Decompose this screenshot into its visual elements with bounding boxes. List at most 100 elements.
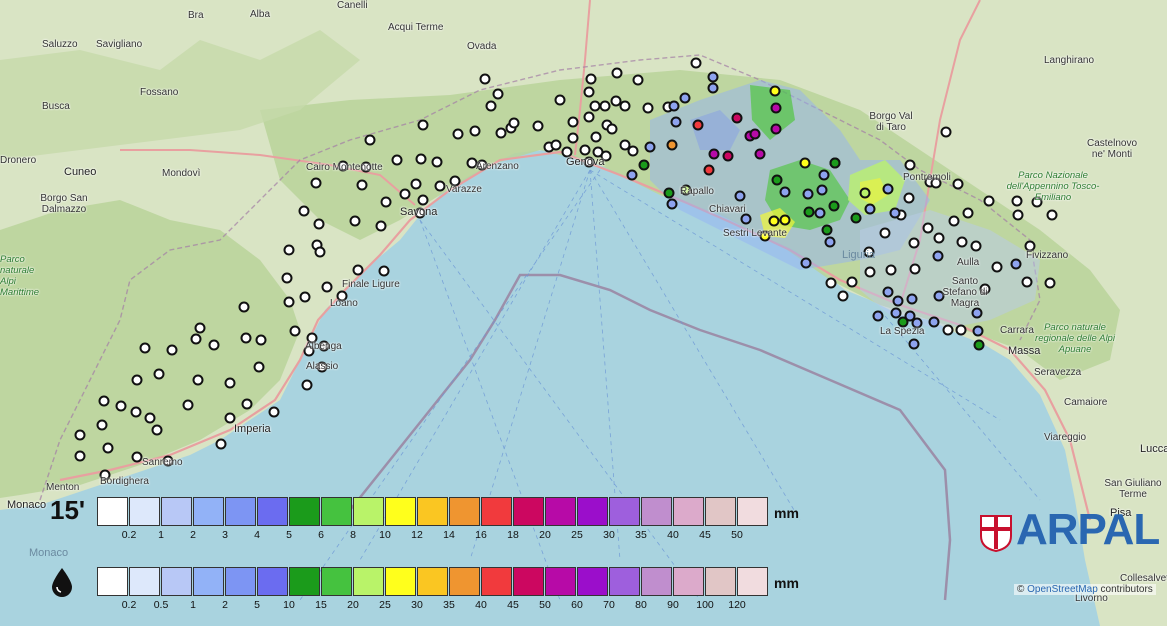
place-label: Sanremo xyxy=(142,457,183,468)
park-label: Parco naturale regionale delle Alpi Apua… xyxy=(1035,322,1115,355)
place-label: Bordighera xyxy=(100,476,149,487)
legend-15min-scale xyxy=(97,497,769,526)
place-label: Fivizzano xyxy=(1026,250,1069,261)
place-label: Aulla xyxy=(957,257,980,268)
legend-swatch xyxy=(225,567,256,596)
legend-tick-label: 25 xyxy=(379,599,391,611)
attribution-symbol: © xyxy=(1017,584,1025,595)
legend-swatch xyxy=(289,567,320,596)
park-label: Parco Nazionale dell'Appennino Tosco-Emi… xyxy=(1006,170,1100,203)
raindrop-icon xyxy=(52,568,72,597)
legend-swatch xyxy=(481,497,512,526)
legend-tick-label: 100 xyxy=(696,599,714,611)
legend-swatch xyxy=(353,497,384,526)
legend-tick-label: 50 xyxy=(539,599,551,611)
place-label: Mondovì xyxy=(162,168,201,179)
sea-label: Monaco xyxy=(29,547,69,559)
legend-swatch xyxy=(609,497,640,526)
legend-swatch xyxy=(129,567,160,596)
map-attribution: © OpenStreetMap contributors xyxy=(1014,584,1156,595)
place-label: Arenzano xyxy=(476,161,519,172)
place-label: Santo Stefano di Magra xyxy=(942,276,988,309)
legend-tick-label: 10 xyxy=(283,599,295,611)
legend-tick-label: 70 xyxy=(603,599,615,611)
legend-swatch xyxy=(545,497,576,526)
place-label: Alassio xyxy=(306,361,339,372)
attribution-suffix: contributors xyxy=(1100,584,1153,595)
legend-tick-label: 2 xyxy=(190,529,196,541)
legend-tick-label: 8 xyxy=(350,529,356,541)
legend-swatch xyxy=(545,567,576,596)
legend-swatch xyxy=(449,567,480,596)
legend-tick-label: 5 xyxy=(254,599,260,611)
place-label: Dronero xyxy=(0,155,37,166)
legend-swatch xyxy=(161,497,192,526)
legend-swatch xyxy=(705,497,736,526)
place-label: Albenga xyxy=(305,341,342,352)
legend-tick-label: 5 xyxy=(286,529,292,541)
legend-total-scale xyxy=(97,567,769,596)
place-label: Langhirano xyxy=(1044,55,1095,66)
legend-tick-label: 4 xyxy=(254,529,260,541)
legend-tick-label: 14 xyxy=(443,529,455,541)
place-label: Camaiore xyxy=(1064,397,1108,408)
place-label: La Spezia xyxy=(880,326,925,337)
legend-tick-label: 90 xyxy=(667,599,679,611)
place-label: Loano xyxy=(330,298,358,309)
legend-swatch xyxy=(289,497,320,526)
legend-swatch xyxy=(257,567,288,596)
legend-swatch xyxy=(417,497,448,526)
legend-swatch xyxy=(225,497,256,526)
legend-tick-label: 2 xyxy=(222,599,228,611)
legend-tick-label: 60 xyxy=(571,599,583,611)
legend-swatch xyxy=(385,567,416,596)
legend-tick-label: 0.5 xyxy=(153,599,169,611)
place-label: Borgo Val di Taro xyxy=(869,111,913,133)
legend-15min-ticks: 0.2 1 2 3 4 5 6 8 10 12 14 16 18 20 25 30 35 40 45 50 xyxy=(97,529,777,543)
legend-tick-label: 30 xyxy=(603,529,615,541)
legend-tick-label: 40 xyxy=(667,529,679,541)
legend-tick-label: 30 xyxy=(411,599,423,611)
legend-tick-label: 20 xyxy=(347,599,359,611)
legend-swatch xyxy=(449,497,480,526)
legend-tick-label: 45 xyxy=(507,599,519,611)
legend-swatch xyxy=(737,567,768,596)
legend-swatch xyxy=(673,567,704,596)
place-label: Chiavari xyxy=(709,204,746,215)
legend-swatch xyxy=(97,497,128,526)
legend-swatch xyxy=(513,497,544,526)
legend-tick-label: 1 xyxy=(158,529,164,541)
place-label: Fossano xyxy=(140,87,179,98)
osm-link[interactable]: OpenStreetMap xyxy=(1027,584,1098,595)
legend-tick-label: 20 xyxy=(539,529,551,541)
legend-swatch xyxy=(321,567,352,596)
legend-tick-label: 50 xyxy=(731,529,743,541)
legend-swatch xyxy=(417,567,448,596)
legend-15min-unit: mm xyxy=(774,505,799,521)
place-label: Menton xyxy=(46,482,80,493)
legend-swatch xyxy=(385,497,416,526)
legend-tick-label: 80 xyxy=(635,599,647,611)
legend-tick-label: 120 xyxy=(728,599,746,611)
place-label: Bra xyxy=(188,10,204,21)
legend-swatch xyxy=(705,567,736,596)
place-label: Imperia xyxy=(234,423,271,435)
place-label: Busca xyxy=(42,101,70,112)
legend-swatch xyxy=(609,567,640,596)
place-label: Seravezza xyxy=(1034,367,1082,378)
place-label: Cairo Montenotte xyxy=(306,162,383,173)
legend-tick-label: 35 xyxy=(635,529,647,541)
legend-15min-label: 15' xyxy=(50,495,86,525)
place-label: Saluzzo xyxy=(42,39,78,50)
stations-orange xyxy=(666,139,678,151)
legend-swatch xyxy=(641,567,672,596)
legend-tick-label: 0.2 xyxy=(121,599,137,611)
arpal-shield-icon xyxy=(980,515,1012,552)
place-label: Acqui Terme xyxy=(388,22,444,33)
legend-tick-label: 16 xyxy=(475,529,487,541)
legend-tick-label: 6 xyxy=(318,529,324,541)
legend-swatch xyxy=(353,567,384,596)
legend-tick-label: 3 xyxy=(222,529,228,541)
legend-tick-label: 1 xyxy=(190,599,196,611)
legend-tick-label: 45 xyxy=(699,529,711,541)
